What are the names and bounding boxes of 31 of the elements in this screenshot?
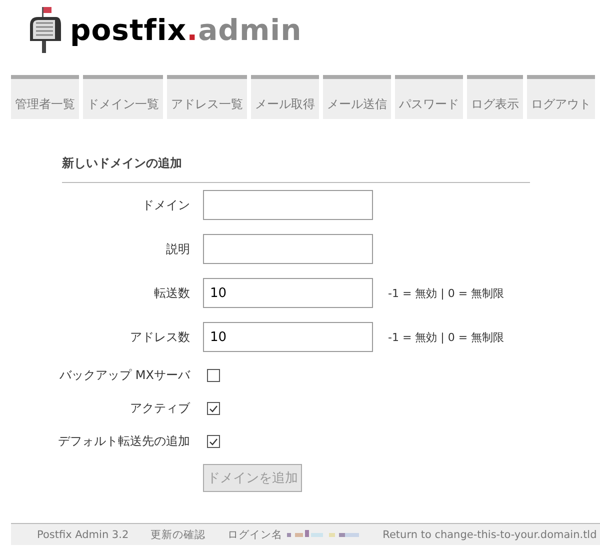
- nav-tab[interactable]: 管理者一覧: [11, 75, 79, 119]
- mailbox-icon: [28, 5, 62, 55]
- field-label: 説明: [166, 240, 190, 258]
- input-field[interactable]: [203, 234, 373, 264]
- field-label: アドレス数: [130, 328, 190, 346]
- login-label: ログイン名: [228, 528, 283, 542]
- checkbox[interactable]: [207, 435, 220, 448]
- input-field[interactable]: 10: [203, 322, 373, 352]
- nav-tab[interactable]: メール取得: [251, 75, 319, 119]
- version-text: Postfix Admin 3.2: [36, 528, 130, 540]
- nav-tab[interactable]: ログアウト: [527, 75, 595, 119]
- nav-tab[interactable]: アドレス一覧: [167, 75, 247, 119]
- field-label: 転送数: [154, 284, 190, 302]
- field-label: ドメイン: [142, 196, 190, 214]
- checkbox[interactable]: [207, 402, 220, 415]
- nav-tab[interactable]: パスワード: [395, 75, 463, 119]
- footer-link[interactable]: 更新の確認: [140, 528, 217, 542]
- field-label: デフォルト転送先の追加: [58, 433, 190, 450]
- field-label: バックアップ MXサーバ: [60, 367, 190, 384]
- input-field[interactable]: [203, 190, 373, 220]
- hint-text: -1 = 無効 | 0 = 無制限: [387, 330, 504, 344]
- field-label: アクティブ: [130, 400, 190, 417]
- form-title: 新しいドメインの追加: [62, 155, 530, 183]
- checkbox[interactable]: [207, 369, 220, 382]
- nav-tab[interactable]: ログ表示: [467, 75, 523, 119]
- hint-text: -1 = 無効 | 0 = 無制限: [387, 286, 504, 300]
- nav-tab[interactable]: ドメイン一覧: [83, 75, 163, 119]
- logo-text: postfix.admin: [70, 13, 302, 47]
- input-field[interactable]: 10: [203, 278, 373, 308]
- footer-link[interactable]: Return to change-this-to-your.domain.tld: [372, 528, 600, 540]
- nav-tab[interactable]: メール送信: [323, 75, 391, 119]
